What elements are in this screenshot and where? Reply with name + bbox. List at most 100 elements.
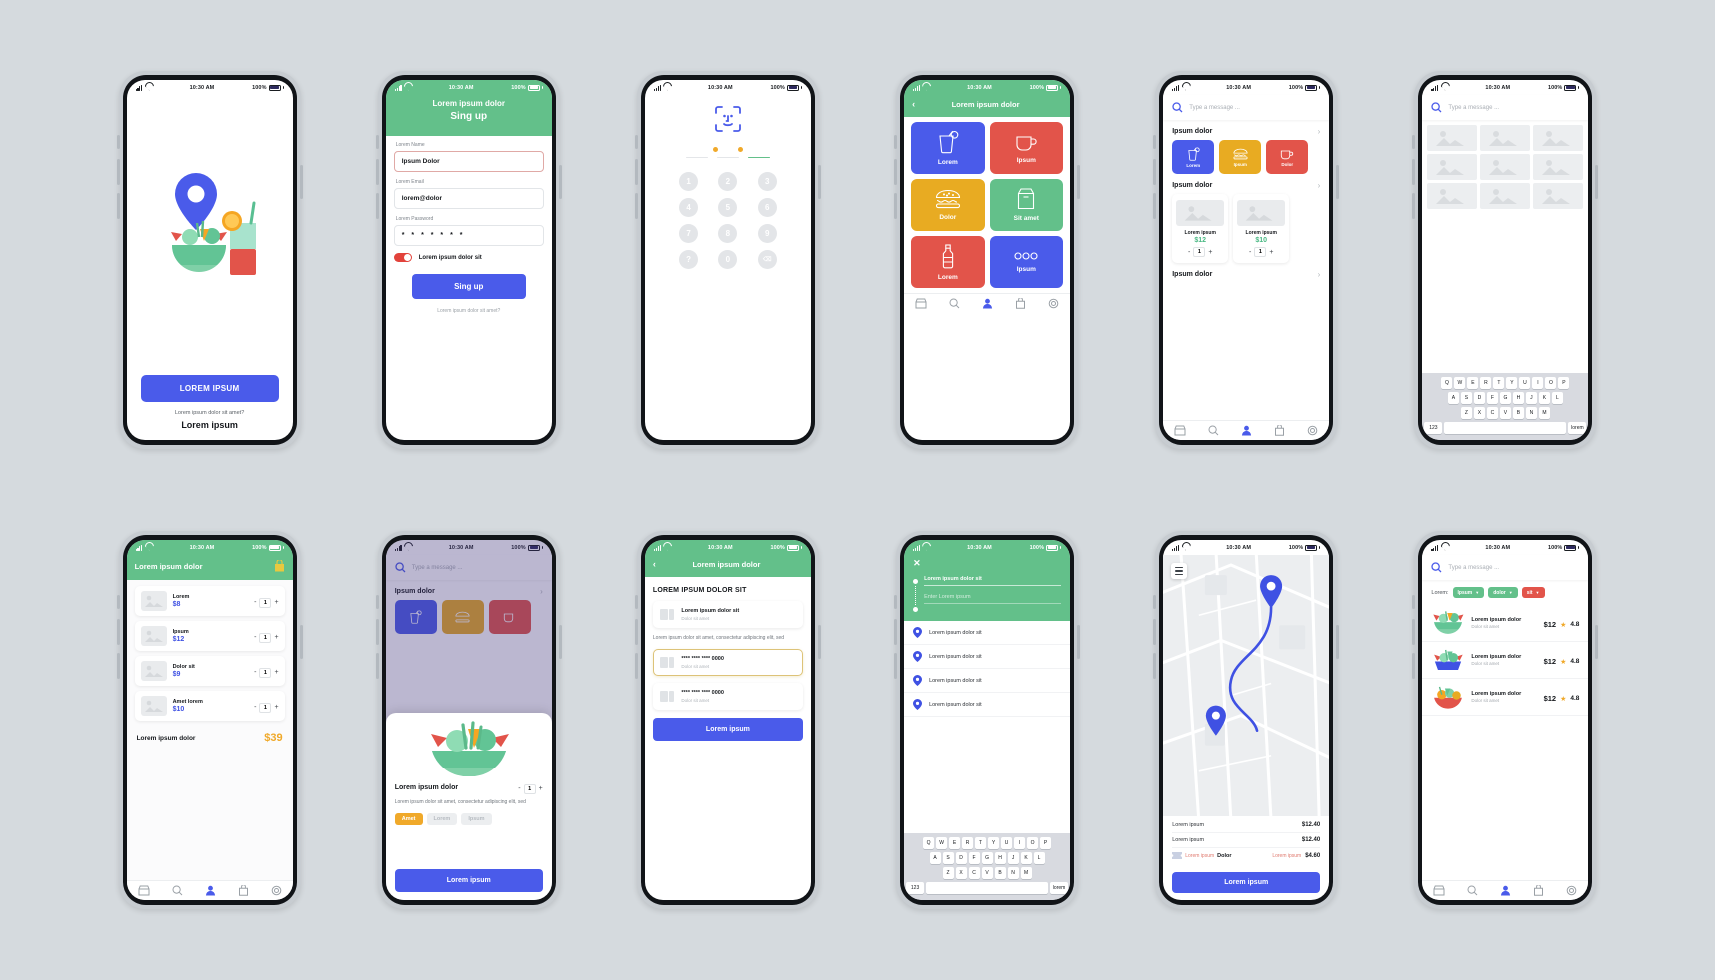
gear-icon[interactable]: [1566, 885, 1577, 896]
cart-item-row[interactable]: Lorem $8 - 1 +: [134, 586, 285, 616]
key-c[interactable]: C: [968, 867, 980, 879]
key-x[interactable]: X: [1473, 407, 1485, 419]
key-numbers[interactable]: 123: [906, 882, 925, 894]
search-input[interactable]: Type a message ...: [1448, 105, 1499, 111]
increment-button[interactable]: +: [274, 599, 278, 606]
origin-input[interactable]: Lorem ipsum dolor sit: [924, 576, 1062, 586]
decrement-button[interactable]: -: [1188, 249, 1190, 256]
key-r[interactable]: R: [962, 837, 974, 849]
search-bar[interactable]: Type a message ...: [1422, 555, 1589, 580]
cart-item-row[interactable]: Dolor sit $9 - 1 +: [134, 656, 285, 686]
quantity-stepper[interactable]: - 1 +: [254, 632, 279, 643]
tab-bar[interactable]: [1163, 420, 1330, 440]
key-o[interactable]: O: [1545, 377, 1557, 389]
close-icon[interactable]: ✕: [913, 558, 1061, 569]
on-screen-keyboard[interactable]: Q W E R T Y U I O P A S D F G H J K L Z …: [1422, 373, 1589, 440]
category-tile-burger[interactable]: Dolor: [911, 179, 985, 231]
key-k[interactable]: K: [1020, 852, 1032, 864]
product-card[interactable]: Lorem ipsum $10 - 1 +: [1233, 194, 1290, 263]
store-icon[interactable]: [138, 885, 150, 896]
key-z[interactable]: Z: [1460, 407, 1472, 419]
category-tile-bottle[interactable]: Lorem: [911, 236, 985, 288]
key-y[interactable]: Y: [1506, 377, 1518, 389]
confirm-order-button[interactable]: Lorem ipsum: [1172, 872, 1321, 893]
key-1[interactable]: 1: [679, 172, 699, 192]
gallery-item[interactable]: [1427, 154, 1478, 180]
key-6[interactable]: 6: [757, 198, 777, 218]
key-c[interactable]: C: [1486, 407, 1498, 419]
key-backspace[interactable]: ⌫: [757, 250, 777, 270]
profile-icon[interactable]: [1241, 425, 1252, 436]
profile-icon[interactable]: [205, 885, 216, 896]
increment-button[interactable]: +: [1269, 249, 1273, 256]
key-v[interactable]: V: [1499, 407, 1511, 419]
key-m[interactable]: M: [1538, 407, 1550, 419]
key-space[interactable]: [926, 882, 1049, 894]
key-t[interactable]: T: [1493, 377, 1505, 389]
quantity-stepper[interactable]: - 1 +: [254, 597, 279, 608]
address-result-item[interactable]: Lorem ipsum dolor sit: [904, 669, 1071, 693]
quantity-stepper[interactable]: - 1 +: [254, 702, 279, 713]
terms-toggle-row[interactable]: Lorem ipsum dolor sit: [393, 253, 544, 262]
gallery-item[interactable]: [1480, 183, 1531, 209]
destination-input[interactable]: Enter Lorem ipsum: [924, 594, 1062, 604]
key-8[interactable]: 8: [718, 224, 738, 244]
numeric-keypad[interactable]: 1 2 3 4 5 6 7 8 9 ? 0 ⌫: [645, 158, 811, 275]
quantity-stepper[interactable]: - 1 +: [518, 783, 543, 794]
key-r[interactable]: R: [1480, 377, 1492, 389]
back-icon[interactable]: ‹: [653, 560, 656, 569]
key-y[interactable]: Y: [988, 837, 1000, 849]
address-result-item[interactable]: Lorem ipsum dolor sit: [904, 645, 1071, 669]
key-9[interactable]: 9: [757, 224, 777, 244]
cart-item-row[interactable]: Amet lorem $10 - 1 +: [134, 691, 285, 721]
decrement-button[interactable]: -: [254, 704, 256, 711]
on-screen-keyboard[interactable]: Q W E R T Y U I O P A S D F G H J K L Z …: [904, 833, 1071, 900]
quantity-stepper[interactable]: - 1 +: [1237, 247, 1285, 257]
search-input[interactable]: Type a message ...: [1448, 565, 1499, 571]
tab-bar[interactable]: [126, 880, 293, 900]
back-icon[interactable]: ‹: [912, 100, 915, 109]
key-e[interactable]: E: [1467, 377, 1479, 389]
key-h[interactable]: H: [994, 852, 1006, 864]
menu-icon[interactable]: [1171, 563, 1188, 579]
bag-icon[interactable]: [274, 560, 285, 572]
key-i[interactable]: I: [1014, 837, 1026, 849]
key-5[interactable]: 5: [718, 198, 738, 218]
key-g[interactable]: G: [981, 852, 993, 864]
key-z[interactable]: Z: [942, 867, 954, 879]
quantity-stepper[interactable]: - 1 +: [254, 667, 279, 678]
gear-icon[interactable]: [1307, 425, 1318, 436]
search-icon[interactable]: [1431, 562, 1442, 573]
chevron-right-icon[interactable]: ›: [1318, 270, 1321, 279]
profile-icon[interactable]: [982, 298, 993, 309]
key-h[interactable]: H: [1512, 392, 1524, 404]
bag-icon[interactable]: [1015, 298, 1026, 309]
key-x[interactable]: X: [955, 867, 967, 879]
restaurant-row[interactable]: Lorem ipsum dolor Dolor sit amet $12 ★ 4…: [1422, 679, 1589, 716]
search-bar[interactable]: Type a message ...: [1422, 95, 1589, 120]
gallery-item[interactable]: [1480, 125, 1531, 151]
chevron-right-icon[interactable]: ›: [1318, 181, 1321, 190]
chevron-right-icon[interactable]: ›: [1318, 127, 1321, 136]
category-tile-drink[interactable]: Lorem: [911, 122, 985, 174]
quantity-stepper[interactable]: - 1 +: [1176, 247, 1224, 257]
key-d[interactable]: D: [1473, 392, 1485, 404]
decrement-button[interactable]: -: [518, 785, 520, 792]
key-n[interactable]: N: [1007, 867, 1019, 879]
gallery-item[interactable]: [1427, 183, 1478, 209]
search-input[interactable]: Type a message ...: [1189, 105, 1240, 111]
search-icon[interactable]: [1431, 102, 1442, 113]
onboarding-cta-button[interactable]: LOREM IPSUM: [140, 375, 279, 402]
key-u[interactable]: U: [1001, 837, 1013, 849]
gear-icon[interactable]: [1048, 298, 1059, 309]
key-g[interactable]: G: [1499, 392, 1511, 404]
store-icon[interactable]: [1433, 885, 1445, 896]
filter-chip-sit[interactable]: sit ▼: [1521, 587, 1545, 598]
increment-button[interactable]: +: [274, 669, 278, 676]
key-0[interactable]: 0: [718, 250, 738, 270]
key-a[interactable]: A: [1447, 392, 1459, 404]
key-d[interactable]: D: [955, 852, 967, 864]
key-p[interactable]: P: [1558, 377, 1570, 389]
key-return[interactable]: lorem: [1050, 882, 1069, 894]
cart-item-row[interactable]: Ipsum $12 - 1 +: [134, 621, 285, 651]
